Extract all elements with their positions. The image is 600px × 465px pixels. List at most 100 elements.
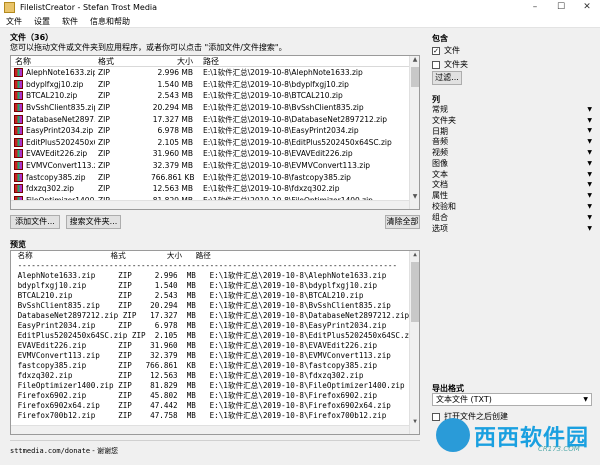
file-list-row[interactable]: EVAVEdit226.zip ZIP 31.960 MB E:\1软件汇总\2019… bbox=[11, 148, 419, 160]
scroll-down-icon[interactable]: ▼ bbox=[410, 418, 419, 425]
file-list-row[interactable]: fdxzq302.zip ZIP 12.563 MB E:\1软件汇总\2019-10… bbox=[11, 183, 419, 195]
col-header-path[interactable]: 路径 bbox=[197, 56, 419, 66]
file-format-cell: ZIP bbox=[98, 149, 110, 159]
chevron-down-icon[interactable]: ▼ bbox=[587, 106, 592, 113]
column-group-item[interactable]: 属性 ▼ bbox=[432, 190, 592, 201]
column-group-item[interactable]: 视频 ▼ bbox=[432, 147, 592, 158]
chevron-down-icon: ▼ bbox=[583, 396, 588, 403]
export-format-select[interactable]: 文本文件 (TXT) ▼ bbox=[432, 393, 592, 406]
file-path-cell: E:\1软件汇总\2019-10-8\bdyplfxgj10.zip bbox=[203, 79, 349, 89]
column-group-item[interactable]: 文档 ▼ bbox=[432, 180, 592, 191]
menu-bar: 文件 设置 软件 信息和帮助 bbox=[0, 15, 600, 28]
file-size-cell: 6.978 MB bbox=[157, 126, 193, 136]
col-header-format[interactable]: 格式 bbox=[95, 56, 151, 66]
file-list-row[interactable]: EVMVConvert113.zipZIP 32.379 MB E:\1软件汇总\2… bbox=[11, 160, 419, 172]
preview-line: FileOptimizer1400.zip ZIP 81.829 MB E:\1… bbox=[13, 381, 405, 390]
column-group-label: 文本 bbox=[432, 169, 448, 179]
file-path-cell: E:\1软件汇总\2019-10-8\EditPlus5202450x64SC.… bbox=[203, 137, 392, 147]
file-size-cell: 17.327 MB bbox=[152, 114, 193, 124]
column-group-item[interactable]: 文件夹 ▼ bbox=[432, 115, 592, 126]
file-name-text: fastcopy385.zip bbox=[26, 172, 86, 182]
column-group-item[interactable]: 常规 ▼ bbox=[432, 104, 592, 115]
chevron-down-icon[interactable]: ▼ bbox=[587, 138, 592, 145]
column-group-item[interactable]: 日期 ▼ bbox=[432, 126, 592, 137]
file-name-cell: DatabaseNet2897... bbox=[11, 114, 95, 124]
archive-file-icon bbox=[14, 137, 23, 147]
col-header-name[interactable]: 名称 bbox=[11, 56, 95, 66]
checkbox-checked-icon[interactable]: ✓ bbox=[432, 46, 440, 55]
column-group-item[interactable]: 图像 ▼ bbox=[432, 158, 592, 169]
chevron-down-icon[interactable]: ▼ bbox=[587, 117, 592, 124]
maximize-button[interactable]: ☐ bbox=[548, 0, 574, 15]
donate-link[interactable]: sttmedia.com/donate bbox=[10, 447, 90, 455]
archive-file-icon bbox=[14, 68, 23, 78]
menu-file[interactable]: 文件 bbox=[0, 15, 28, 27]
file-list-hscrollbar[interactable] bbox=[11, 200, 409, 209]
file-name-text: BvSshClient835.zip bbox=[26, 103, 95, 113]
file-list-vscrollbar[interactable]: ▲ ▼ bbox=[409, 56, 419, 209]
file-list-row[interactable]: EasyPrint2034.zip ZIP 6.978 MB E:\1软件汇总\201… bbox=[11, 125, 419, 137]
watermark-circle-icon bbox=[436, 418, 470, 452]
file-list-row[interactable]: bdyplfxgj10.zip ZIP 1.540 MB E:\1软件汇总\2019-… bbox=[11, 79, 419, 91]
file-name-cell: BvSshClient835.zip bbox=[11, 103, 95, 113]
scroll-up-icon[interactable]: ▲ bbox=[410, 56, 419, 63]
chevron-down-icon[interactable]: ▼ bbox=[587, 127, 592, 134]
column-group-item[interactable]: 校验和 ▼ bbox=[432, 201, 592, 212]
column-group-item[interactable]: 组合 ▼ bbox=[432, 212, 592, 223]
checkbox-unchecked-icon[interactable] bbox=[432, 60, 440, 69]
footer: sttmedia.com/donate - 谢谢您 bbox=[10, 446, 118, 456]
filter-button[interactable]: 过滤... bbox=[432, 71, 462, 85]
scroll-thumb[interactable] bbox=[411, 262, 419, 322]
menu-settings[interactable]: 设置 bbox=[28, 15, 56, 27]
chevron-down-icon[interactable]: ▼ bbox=[587, 225, 592, 232]
app-icon bbox=[4, 2, 15, 13]
file-format-cell: ZIP bbox=[98, 184, 110, 194]
file-list-row[interactable]: AlephNote1633.zip ZIP 2.996 MB E:\1软件汇总\201… bbox=[11, 67, 419, 79]
menu-help[interactable]: 信息和帮助 bbox=[84, 15, 136, 27]
file-list-row[interactable]: BTCAL210.zip ZIP 2.543 MB E:\1软件汇总\2019-10-… bbox=[11, 90, 419, 102]
minimize-button[interactable]: – bbox=[522, 0, 548, 15]
chevron-down-icon[interactable]: ▼ bbox=[587, 171, 592, 178]
scroll-thumb[interactable] bbox=[411, 67, 419, 87]
file-name-cell: EditPlus5202450x64... bbox=[11, 137, 95, 147]
include-files-checkbox[interactable]: ✓ 文件 bbox=[432, 45, 460, 56]
clear-all-button[interactable]: 清除全部 bbox=[385, 215, 420, 229]
chevron-down-icon[interactable]: ▼ bbox=[587, 181, 592, 188]
search-folder-button[interactable]: 搜索文件夹... bbox=[66, 215, 121, 229]
column-group-item[interactable]: 选项 ▼ bbox=[432, 223, 592, 234]
chevron-down-icon[interactable]: ▼ bbox=[587, 149, 592, 156]
column-group-item[interactable]: 文本 ▼ bbox=[432, 169, 592, 180]
preview-line: AlephNote1633.zip ZIP 2.996 MB E:\1软件汇总\… bbox=[13, 271, 387, 280]
thanks-text: - 谢谢您 bbox=[90, 447, 119, 455]
include-folders-checkbox[interactable]: 文件夹 bbox=[432, 59, 468, 70]
menu-software[interactable]: 软件 bbox=[56, 15, 84, 27]
preview-hscrollbar[interactable] bbox=[11, 425, 409, 434]
scroll-up-icon[interactable]: ▲ bbox=[410, 251, 419, 258]
chevron-down-icon[interactable]: ▼ bbox=[587, 160, 592, 167]
file-format-cell: ZIP bbox=[98, 161, 110, 171]
add-file-button[interactable]: 添加文件... bbox=[10, 215, 60, 229]
chevron-down-icon[interactable]: ▼ bbox=[587, 203, 592, 210]
file-list-header: 名称 格式 大小 路径 bbox=[11, 56, 419, 67]
preview-text-area[interactable]: 名称 格式 大小 路径 ----------------------------… bbox=[10, 250, 420, 435]
scroll-down-icon[interactable]: ▼ bbox=[410, 193, 419, 200]
file-list-row[interactable]: fastcopy385.zip ZIP 766.861 KB E:\1软件汇总\201… bbox=[11, 171, 419, 183]
preview-body: AlephNote1633.zip ZIP 2.996 MB E:\1软件汇总\… bbox=[11, 271, 419, 421]
column-group-label: 文件夹 bbox=[432, 115, 456, 125]
file-list[interactable]: 名称 格式 大小 路径 AlephNote1633.zip ZIP 2.996 MB… bbox=[10, 55, 420, 210]
col-header-size[interactable]: 大小 bbox=[151, 56, 197, 66]
preview-vscrollbar[interactable]: ▲ ▼ bbox=[409, 251, 419, 434]
chevron-down-icon[interactable]: ▼ bbox=[587, 214, 592, 221]
column-group-item[interactable]: 音频 ▼ bbox=[432, 136, 592, 147]
file-format-cell: ZIP bbox=[98, 137, 110, 147]
preview-line: bdyplfxgj10.zip ZIP 1.540 MB E:\1软件汇总\20… bbox=[13, 281, 378, 290]
footer-divider bbox=[10, 440, 420, 441]
file-list-row[interactable]: DatabaseNet2897... ZIP 17.327 MB E:\1软件汇总\2… bbox=[11, 113, 419, 125]
chevron-down-icon[interactable]: ▼ bbox=[587, 192, 592, 199]
archive-file-icon bbox=[14, 114, 23, 124]
file-size-cell: 2.105 MB bbox=[157, 137, 193, 147]
file-list-row[interactable]: EditPlus5202450x64...ZIP 2.105 MB E:\1软件汇总… bbox=[11, 137, 419, 149]
drag-hint: 您可以拖动文件或文件夹到应用程序，或者你可以点击 "添加文件/文件搜索"。 bbox=[10, 43, 287, 52]
close-button[interactable]: ✕ bbox=[574, 0, 600, 15]
file-list-row[interactable]: BvSshClient835.zip ZIP 20.294 MB E:\1软件汇总\2… bbox=[11, 102, 419, 114]
